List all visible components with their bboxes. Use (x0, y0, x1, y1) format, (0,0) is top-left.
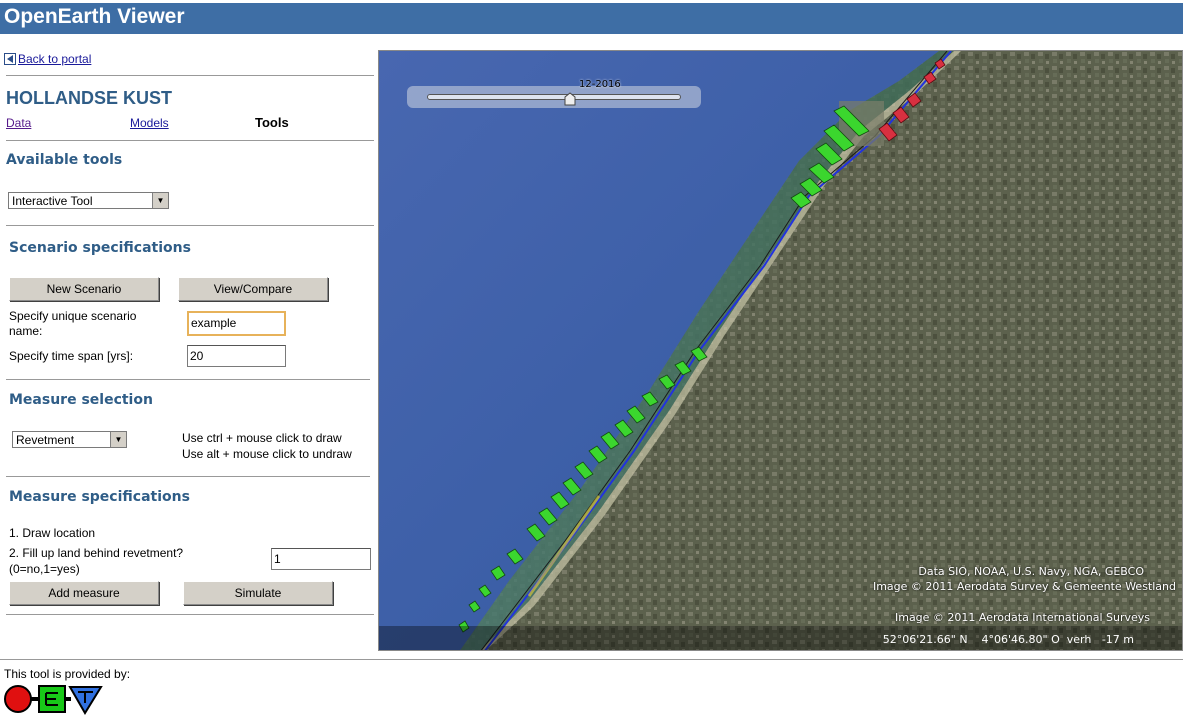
step-fill-up-label: 2. Fill up land behind revetment? (9, 546, 184, 560)
footer-divider (0, 659, 1183, 660)
oet-logo-icon (4, 685, 103, 715)
satellite-map[interactable] (379, 51, 1183, 651)
app-title: OpenEarth Viewer (4, 5, 185, 28)
tool-select[interactable]: Interactive Tool ▼ (8, 192, 169, 209)
back-arrow-icon (4, 53, 16, 65)
fill-up-input[interactable]: 1 (271, 548, 371, 570)
tool-select-value: Interactive Tool (12, 194, 93, 208)
divider (6, 140, 374, 141)
divider (6, 379, 370, 380)
scenario-name-label: Specify unique scenario name: (9, 309, 137, 338)
simulate-button[interactable]: Simulate (183, 581, 333, 605)
chevron-down-icon[interactable]: ▼ (110, 432, 126, 447)
measure-specifications-heading: Measure specifications (9, 489, 190, 505)
map-credit-data: Data SIO, NOAA, U.S. Navy, NGA, GEBCO (918, 565, 1144, 578)
time-slider-handle[interactable] (564, 91, 576, 106)
divider (6, 75, 374, 76)
measure-selection-heading: Measure selection (9, 392, 153, 408)
time-slider-panel: 12-2016 (407, 79, 701, 108)
side-panel: Back to portal HOLLANDSE KUST Data Model… (0, 50, 378, 650)
map-coordinates: 52°06'21.66" N 4°06'46.80" O verh -17 m (882, 633, 1134, 646)
time-label: 12-2016 (579, 79, 621, 90)
provided-by-label: This tool is provided by: (4, 667, 131, 681)
view-compare-button[interactable]: View/Compare (178, 277, 328, 301)
chevron-down-icon[interactable]: ▼ (152, 193, 168, 208)
back-to-portal-link[interactable]: Back to portal (4, 52, 91, 66)
divider (6, 614, 374, 615)
tab-models[interactable]: Models (130, 116, 169, 130)
scenario-name-input[interactable]: example (187, 311, 286, 336)
map-credit-aerodata: Image © 2011 Aerodata International Surv… (894, 611, 1150, 624)
step-fill-up-hint: (0=no,1=yes) (9, 562, 80, 576)
region-title: HOLLANDSE KUST (6, 88, 172, 108)
scenario-heading: Scenario specifications (9, 240, 191, 256)
time-span-label: Specify time span [yrs]: (9, 349, 134, 363)
time-slider-track[interactable] (427, 94, 681, 100)
back-to-portal-label[interactable]: Back to portal (18, 52, 91, 66)
app-titlebar: OpenEarth Viewer (0, 3, 1183, 34)
earth-map-view[interactable]: 12-2016 Data SIO, NOAA, U.S. Navy, NGA, … (378, 50, 1183, 651)
tab-data[interactable]: Data (6, 116, 31, 130)
map-credit-image: Image © 2011 Aerodata Survey & Gemeente … (872, 580, 1176, 593)
divider (6, 476, 370, 477)
measure-select[interactable]: Revetment ▼ (12, 431, 127, 448)
available-tools-heading: Available tools (6, 152, 123, 168)
oet-logo (4, 683, 104, 719)
undraw-hint: Use alt + mouse click to undraw (182, 447, 352, 461)
tab-tools[interactable]: Tools (255, 115, 289, 130)
time-span-input[interactable]: 20 (187, 345, 286, 367)
measure-select-value: Revetment (16, 433, 75, 447)
add-measure-button[interactable]: Add measure (9, 581, 159, 605)
draw-hint: Use ctrl + mouse click to draw (182, 431, 342, 445)
divider (6, 225, 374, 226)
new-scenario-button[interactable]: New Scenario (9, 277, 159, 301)
step-draw-location: 1. Draw location (9, 526, 96, 540)
